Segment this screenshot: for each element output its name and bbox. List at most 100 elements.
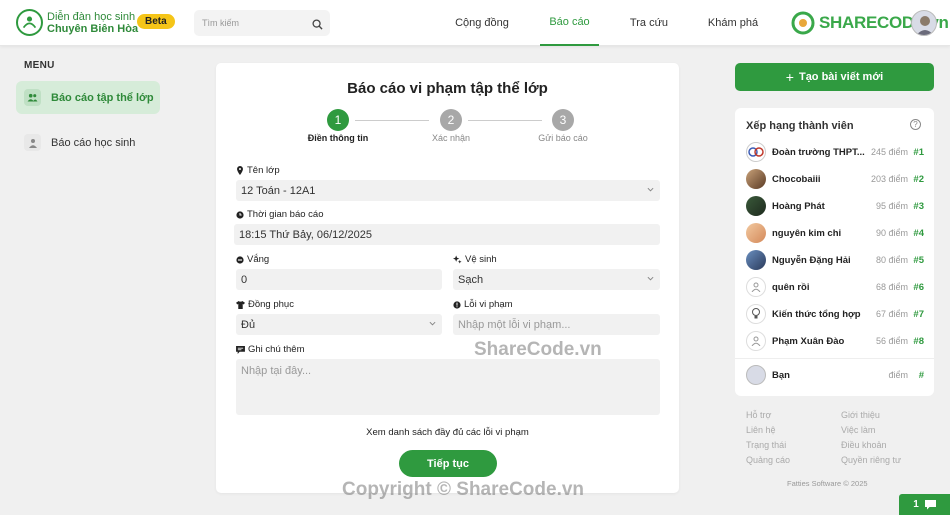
ranking-points: 203 điểm — [870, 174, 908, 184]
report-form-card: Báo cáo vi phạm tập thể lớp 1 2 3 Điền t… — [216, 63, 679, 493]
sharecode-mark-icon — [791, 11, 815, 35]
new-post-button[interactable]: + Tạo bài viết mới — [735, 63, 934, 91]
beta-badge: Beta — [137, 14, 175, 29]
violation-label: Lỗi vi phạm — [453, 299, 513, 310]
default-avatar-icon — [746, 277, 766, 297]
footer-link-status[interactable]: Trạng thái — [746, 440, 786, 450]
ranking-points: 80 điểm — [875, 255, 908, 265]
avatar — [746, 250, 766, 270]
note-textarea[interactable]: Nhập tại đây... — [236, 359, 660, 415]
class-label: Tên lớp — [236, 165, 280, 176]
ranking-name: Nguyễn Đặng Hải — [772, 254, 851, 266]
ranking-position: #1 — [913, 146, 924, 158]
copyright-text: Fatties Software © 2025 — [787, 479, 868, 488]
user-avatar[interactable] — [911, 10, 937, 36]
ranking-row[interactable]: Chocobaiii 203 điểm #2 — [746, 168, 924, 190]
ranking-row[interactable]: quên rồi 68 điểm #6 — [746, 276, 924, 298]
sidebar-item-label: Báo cáo tập thể lớp — [51, 91, 154, 104]
ranking-row[interactable]: Phạm Xuân Đào 56 điểm #8 — [746, 330, 924, 352]
search-box — [194, 10, 330, 36]
nav-explore[interactable]: Khám phá — [700, 0, 766, 46]
ranking-row[interactable]: Nguyễn Đặng Hải 80 điểm #5 — [746, 249, 924, 271]
step-connector — [468, 120, 542, 121]
report-time-field[interactable]: 18:15 Thứ Bảy, 06/12/2025 — [234, 224, 660, 245]
ranking-name: Hoàng Phát — [772, 200, 825, 212]
divider — [735, 358, 934, 359]
minus-circle-icon — [236, 255, 244, 264]
ranking-row-me[interactable]: Bạn điểm # — [746, 364, 924, 386]
lightbulb-icon — [746, 304, 766, 324]
absent-input[interactable]: 0 — [236, 269, 442, 290]
location-pin-icon — [237, 166, 243, 175]
avatar — [746, 169, 766, 189]
footer-link-support[interactable]: Hỗ trợ — [746, 410, 771, 420]
site-name-line2[interactable]: Chuyên Biên Hòa — [47, 23, 138, 35]
avatar — [746, 196, 766, 216]
step-connector — [355, 120, 429, 121]
site-logo-icon[interactable] — [16, 9, 43, 36]
ranking-name: quên rồi — [772, 281, 810, 293]
nav-reports[interactable]: Báo cáo — [540, 0, 599, 46]
chat-count: 1 — [913, 499, 919, 510]
footer-link-about[interactable]: Giới thiệu — [841, 410, 880, 420]
footer-link-jobs[interactable]: Việc làm — [841, 425, 875, 435]
sidebar-item-student-report[interactable]: Báo cáo học sinh — [16, 126, 180, 159]
chat-button[interactable]: 1 — [899, 494, 950, 515]
help-icon[interactable]: ? — [910, 119, 921, 130]
search-icon[interactable] — [312, 17, 323, 35]
top-header: Diễn đàn học sinh Chuyên Biên Hòa Beta C… — [0, 0, 950, 46]
ranking-name: Chocobaiii — [772, 173, 821, 185]
ranking-points: 56 điểm — [875, 336, 908, 346]
ranking-row[interactable]: nguyên kim chi 90 điểm #4 — [746, 222, 924, 244]
uniform-select[interactable]: Đủ — [236, 314, 442, 335]
chevron-down-icon — [647, 276, 654, 281]
sidebar-item-class-report[interactable]: Báo cáo tập thể lớp — [16, 81, 160, 114]
ranking-title: Xếp hạng thành viên — [746, 120, 854, 132]
step-2-circle: 2 — [440, 109, 462, 131]
group-icon — [24, 89, 41, 106]
avatar — [746, 142, 766, 162]
clock-icon — [236, 210, 244, 219]
footer-link-terms[interactable]: Điều khoản — [841, 440, 887, 450]
ranking-position: #5 — [913, 254, 924, 266]
nav-community[interactable]: Cộng đồng — [446, 0, 518, 46]
ranking-name: Bạn — [772, 369, 790, 381]
ranking-row[interactable]: Hoàng Phát 95 điểm #3 — [746, 195, 924, 217]
ranking-points: 245 điểm — [870, 147, 908, 157]
avatar — [746, 223, 766, 243]
violation-list-link[interactable]: Xem danh sách đầy đủ các lỗi vi phạm — [216, 427, 679, 438]
ranking-position: #3 — [913, 200, 924, 212]
chat-icon — [924, 499, 936, 509]
footer-link-ads[interactable]: Quảng cáo — [746, 455, 790, 465]
ranking-row[interactable]: Đoàn trường THPT... 245 điểm #1 — [746, 141, 924, 163]
time-label: Thời gian báo cáo — [236, 209, 323, 220]
absent-label: Vắng — [236, 254, 269, 265]
footer-link-contact[interactable]: Liên hệ — [746, 425, 776, 435]
site-name-line1[interactable]: Diễn đàn học sinh — [47, 11, 135, 23]
hygiene-select[interactable]: Sạch — [453, 269, 660, 290]
step-3-label: Gửi báo cáo — [538, 133, 588, 143]
ranking-points: 90 điểm — [875, 228, 908, 238]
violation-input[interactable]: Nhập một lỗi vi phạm... — [453, 314, 660, 335]
person-icon — [24, 134, 41, 151]
menu-heading: MENU — [24, 60, 55, 71]
hygiene-label: Vệ sinh — [453, 254, 497, 265]
ranking-position: #6 — [913, 281, 924, 293]
nav-lookup[interactable]: Tra cứu — [622, 0, 676, 46]
ranking-points: 68 điểm — [875, 282, 908, 292]
class-select[interactable]: 12 Toán - 12A1 — [236, 180, 660, 201]
chevron-down-icon — [429, 321, 436, 326]
ranking-position: #4 — [913, 227, 924, 239]
ranking-name: Đoàn trường THPT... — [772, 146, 865, 158]
sparkle-icon — [453, 255, 462, 264]
step-2-label: Xác nhận — [431, 133, 471, 143]
ranking-row[interactable]: Kiến thức tổng hợp 67 điểm #7 — [746, 303, 924, 325]
search-input[interactable] — [194, 10, 304, 36]
shirt-icon — [236, 300, 245, 309]
avatar — [746, 365, 766, 385]
footer-link-privacy[interactable]: Quyền riêng tư — [841, 455, 901, 465]
continue-button[interactable]: Tiếp tục — [399, 450, 497, 477]
watermark-center: ShareCode.vn — [474, 339, 602, 360]
ranking-position: #8 — [913, 335, 924, 347]
uniform-label: Đồng phục — [236, 299, 294, 310]
